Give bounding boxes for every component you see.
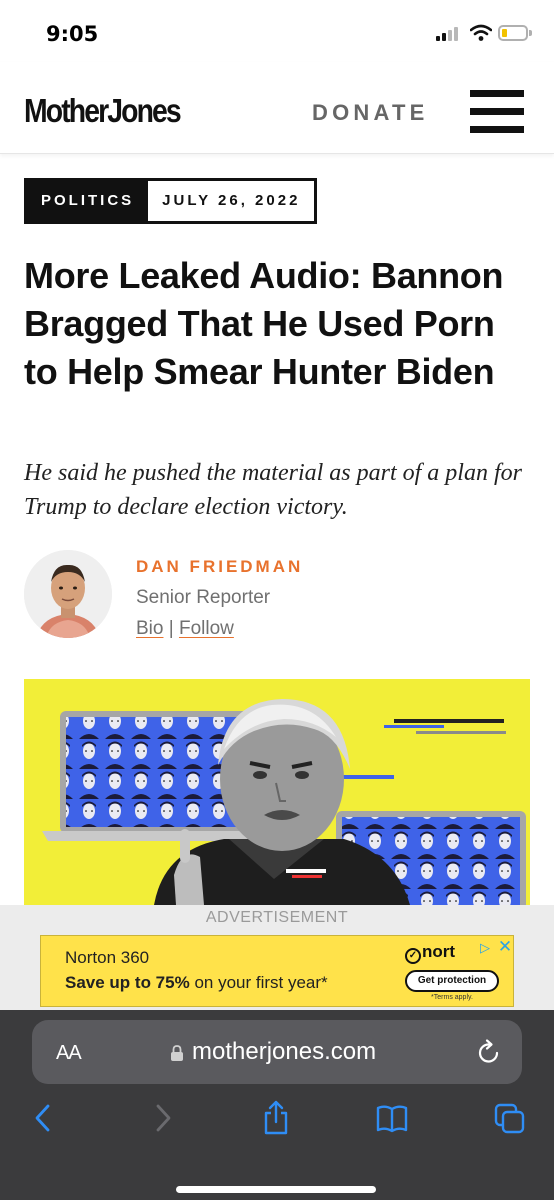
article-dek: He said he pushed the material as part o… <box>24 460 522 520</box>
battery-nub <box>529 30 532 36</box>
ad-label: ADVERTISEMENT <box>205 909 349 926</box>
url-text: motherjones.com <box>192 1038 377 1065</box>
site-header: MotherJones DONATE <box>0 62 554 154</box>
section-tag[interactable]: POLITICS <box>27 181 149 221</box>
article-headline: More Leaked Audio: Bannon Bragged That H… <box>24 255 504 392</box>
donate-link[interactable]: DONATE <box>312 100 428 126</box>
link-separator: | <box>168 618 174 639</box>
ad-container: ADVERTISEMENT Norton 360 Save up to 75% … <box>0 905 554 1010</box>
ad-offer-rest: on your first year* <box>189 973 328 992</box>
author-title: Senior Reporter <box>136 587 271 608</box>
author-links: Bio | Follow <box>136 618 234 640</box>
browser-toolbar <box>0 1100 554 1140</box>
adchoices-icon[interactable]: ▷ <box>477 940 493 956</box>
ad-logo-text: nort <box>422 942 456 961</box>
back-icon[interactable] <box>28 1100 60 1136</box>
ad-banner[interactable]: Norton 360 Save up to 75% on your first … <box>40 935 514 1007</box>
publish-date: JULY 26, 2022 <box>148 181 315 221</box>
ad-brand: Norton 360 <box>65 948 150 967</box>
address-bar[interactable]: AA motherjones.com <box>32 1020 522 1084</box>
bookmarks-icon[interactable] <box>376 1100 408 1136</box>
author-avatar[interactable] <box>24 550 112 638</box>
ad-cta-button[interactable]: Get protection <box>405 970 499 992</box>
home-indicator <box>176 1186 376 1193</box>
reload-icon[interactable] <box>476 1038 502 1066</box>
ad-offer: Save up to 75% on your first year* <box>65 973 328 993</box>
author-name[interactable]: DAN FRIEDMAN <box>136 557 303 577</box>
ad-terms: *Terms apply. <box>431 994 473 1001</box>
status-time: 9:05 <box>46 22 99 46</box>
text-size-label: AA <box>56 1042 82 1064</box>
forward-icon[interactable] <box>146 1100 178 1136</box>
author-follow-link[interactable]: Follow <box>179 618 234 639</box>
status-bar: 9:05 <box>0 0 554 62</box>
battery-icon <box>498 25 528 41</box>
ad-logo: ✓ nort <box>405 942 455 964</box>
article-kicker: POLITICS JULY 26, 2022 <box>24 178 318 224</box>
close-ad-icon[interactable]: ✕ <box>497 938 513 956</box>
wifi-icon <box>470 24 492 41</box>
menu-icon[interactable] <box>470 90 524 134</box>
browser-chrome: AA motherjones.com <box>0 1010 554 1200</box>
tabs-icon[interactable] <box>494 1100 526 1136</box>
share-icon[interactable] <box>260 1100 292 1136</box>
lock-icon <box>171 1045 183 1061</box>
hero-image <box>24 679 530 905</box>
text-size-button[interactable]: AA <box>56 1042 82 1065</box>
ad-offer-bold: Save up to 75% <box>65 973 190 992</box>
author-bio-link[interactable]: Bio <box>136 618 163 639</box>
check-icon: ✓ <box>405 948 421 964</box>
site-logo[interactable]: MotherJones <box>24 92 182 130</box>
signal-icon <box>436 27 462 41</box>
